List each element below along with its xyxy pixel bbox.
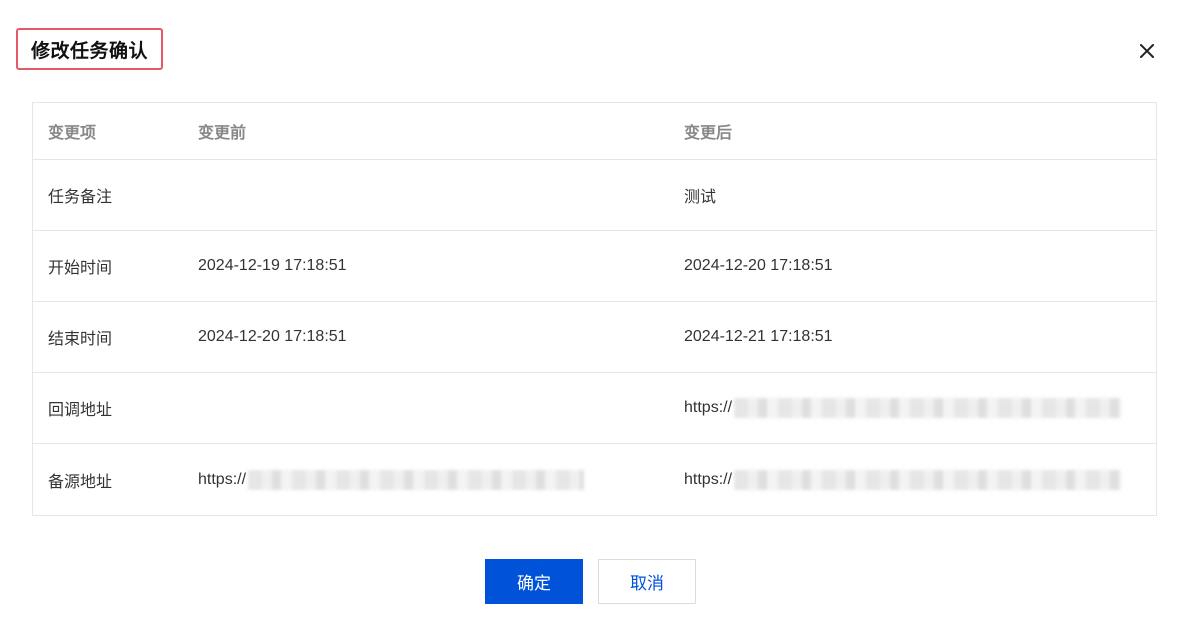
url-prefix: https:// [684,470,733,488]
callback-url: https:// [684,398,1123,418]
cell-item: 备源地址 [48,473,113,491]
cell-after: 2024-12-20 17:18:51 [684,257,833,274]
cell-after: 测试 [684,189,717,206]
cancel-button[interactable]: 取消 [598,559,696,604]
confirm-button[interactable]: 确定 [485,559,583,604]
table-row: 任务备注 测试 [33,160,1156,231]
cell-item: 结束时间 [48,331,113,348]
cell-after: https:// [669,469,1156,490]
dialog-title: 修改任务确认 [31,40,149,62]
title-highlight-box: 修改任务确认 [16,28,164,70]
table-row: 回调地址 https:// [33,373,1156,444]
cell-after: https:// [669,398,1156,418]
cell-after: 2024-12-21 17:18:51 [684,328,833,345]
cell-item: 回调地址 [48,402,113,419]
close-button[interactable] [1136,40,1158,62]
cell-item: 开始时间 [48,260,113,277]
redacted-url-blur [734,469,1123,490]
table-row: 结束时间 2024-12-20 17:18:51 2024-12-21 17:1… [33,302,1156,373]
redacted-url-blur [734,398,1123,418]
table-header-row: 变更项 变更前 变更后 [33,103,1156,160]
backup-url-after: https:// [684,469,1123,490]
redacted-url-blur [248,469,585,490]
cell-before: 2024-12-19 17:18:51 [198,257,347,274]
url-prefix: https:// [684,399,733,416]
table-row: 备源地址 https:// https:// [33,444,1156,515]
backup-url-before: https:// [198,469,585,490]
header-change-item: 变更项 [48,125,97,142]
modify-task-confirm-dialog: 修改任务确认 变更项 变更前 变更后 任务备注 测试 开始时间 2024-12-… [0,0,1181,636]
change-table: 变更项 变更前 变更后 任务备注 测试 开始时间 2024-12-19 17:1… [32,102,1157,516]
cell-item: 任务备注 [48,189,113,206]
table-row: 开始时间 2024-12-19 17:18:51 2024-12-20 17:1… [33,231,1156,302]
header-before: 变更前 [198,125,247,142]
url-prefix: https:// [198,470,247,488]
header-after: 变更后 [684,125,733,142]
cell-before: 2024-12-20 17:18:51 [198,328,347,345]
cell-before: https:// [183,469,669,490]
dialog-footer: 确定 取消 [0,559,1181,604]
close-icon [1140,44,1154,58]
